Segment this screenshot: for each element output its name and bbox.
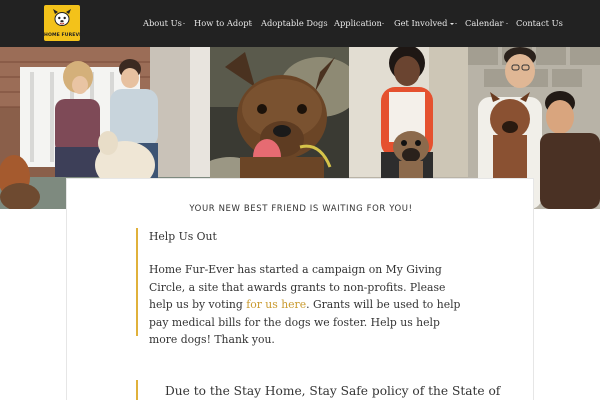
nav-separator bbox=[382, 23, 384, 24]
nav-contact-us[interactable]: Contact Us bbox=[516, 18, 563, 28]
nav-how-to-adopt[interactable]: How to Adopt bbox=[194, 18, 252, 28]
tagline: YOUR NEW BEST FRIEND IS WAITING FOR YOU! bbox=[189, 204, 413, 214]
help-title: Help Us Out bbox=[149, 230, 217, 243]
nav-separator bbox=[506, 23, 508, 24]
nav-calendar[interactable]: Calendar bbox=[465, 18, 503, 28]
nav-separator bbox=[324, 23, 326, 24]
nav-application[interactable]: Application bbox=[334, 18, 382, 28]
help-body: Home Fur-Ever has started a campaign on … bbox=[149, 261, 466, 349]
nav-adoptable-dogs[interactable]: Adoptable Dogs bbox=[261, 18, 328, 28]
nav-get-involved-label: Get Involved bbox=[394, 18, 448, 28]
nav-separator bbox=[183, 23, 185, 24]
notice-block: Due to the Stay Home, Stay Safe policy o… bbox=[136, 380, 501, 400]
vote-link[interactable]: for us here bbox=[246, 298, 306, 311]
chevron-down-icon bbox=[450, 22, 455, 25]
content-card: YOUR NEW BEST FRIEND IS WAITING FOR YOU!… bbox=[66, 178, 534, 400]
nav-get-involved[interactable]: Get Involved bbox=[394, 18, 455, 28]
nav-separator bbox=[455, 23, 457, 24]
site-header: HOME FUREVER About Us How to Adopt Adopt… bbox=[0, 0, 600, 47]
nav-separator bbox=[250, 23, 252, 24]
nav-about-us[interactable]: About Us bbox=[143, 18, 182, 28]
help-us-out-block: Help Us Out Home Fur-Ever has started a … bbox=[136, 228, 466, 346]
notice-text: Due to the Stay Home, Stay Safe policy o… bbox=[165, 384, 501, 398]
main-nav: About Us How to Adopt Adoptable Dogs App… bbox=[0, 0, 600, 47]
